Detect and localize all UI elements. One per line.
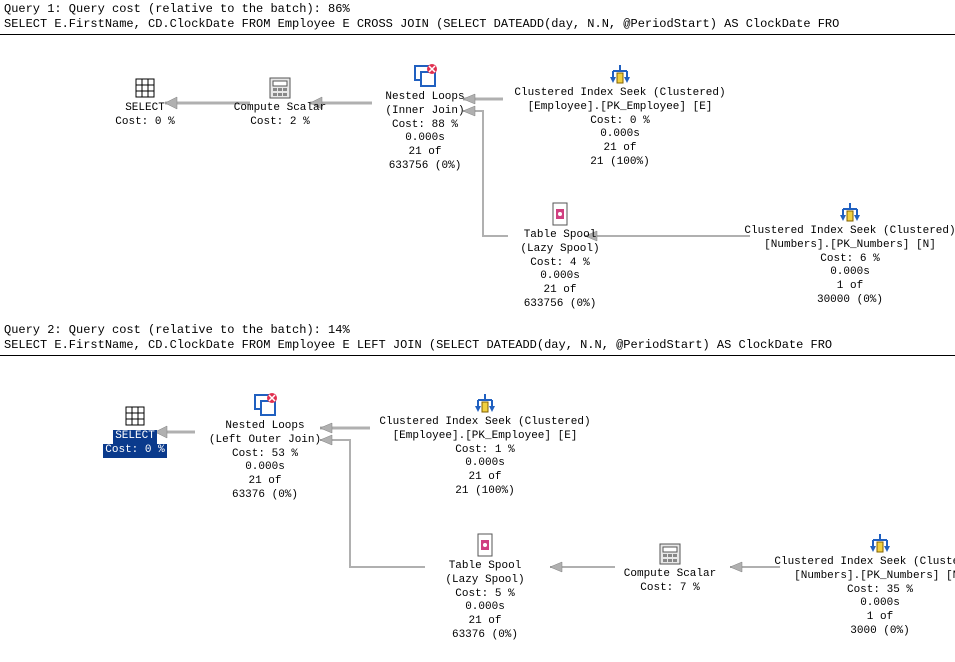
op-table-spool[interactable]: Table Spool (Lazy Spool) Cost: 4 % 0.000… [500, 201, 620, 312]
op-cost: Cost: 53 % [190, 448, 340, 462]
op-rows2: 633756 (0%) [500, 298, 620, 312]
op-sub: [Numbers].[PK_Numbers] [N] [770, 570, 955, 584]
op-cost: Cost: 0 % [103, 444, 166, 458]
op-compute-scalar[interactable]: Compute Scalar Cost: 2 % [220, 76, 340, 130]
op-cost: Cost: 4 % [500, 257, 620, 271]
query1-plan[interactable]: SELECT Cost: 0 % Compute Scalar Cost: 2 … [0, 41, 955, 321]
op-title: Table Spool [500, 229, 620, 243]
op-rows1: 1 of [740, 280, 955, 294]
op-rows2: 30000 (0%) [740, 294, 955, 308]
op-rows1: 21 of [365, 471, 605, 485]
op-rows1: 21 of [500, 142, 740, 156]
index-seek-icon [472, 392, 498, 414]
op-rows1: 1 of [770, 611, 955, 625]
op-title: Compute Scalar [610, 568, 730, 582]
table-spool-icon [549, 201, 571, 227]
op-sub: (Left Outer Join) [190, 434, 340, 448]
op-title: Clustered Index Seek (Clustered) [740, 225, 955, 239]
table-spool-icon [474, 532, 496, 558]
op-rows1: 21 of [190, 475, 340, 489]
op-time: 0.000s [500, 128, 740, 142]
op-sub: [Numbers].[PK_Numbers] [N] [740, 239, 955, 253]
index-seek-icon [867, 532, 893, 554]
op-rows1: 21 of [360, 146, 490, 160]
op-nested-loops[interactable]: Nested Loops (Inner Join) Cost: 88 % 0.0… [360, 63, 490, 174]
op-rows2: 63376 (0%) [425, 629, 545, 643]
op-rows2: 63376 (0%) [190, 489, 340, 503]
select-icon [123, 404, 147, 428]
op-cost: Cost: 7 % [610, 582, 730, 596]
op-index-seek-employee[interactable]: Clustered Index Seek (Clustered) [Employ… [365, 392, 605, 499]
op-title: Nested Loops [190, 420, 340, 434]
op-rows2: 21 (100%) [365, 485, 605, 499]
op-time: 0.000s [500, 270, 620, 284]
op-cost: Cost: 0 % [500, 115, 740, 129]
op-cost: Cost: 2 % [220, 116, 340, 130]
op-sub: (Inner Join) [360, 105, 490, 119]
select-icon [133, 76, 157, 100]
op-rows2: 633756 (0%) [360, 160, 490, 174]
op-cost: Cost: 0 % [105, 116, 185, 130]
op-select[interactable]: SELECT Cost: 0 % [105, 76, 185, 130]
op-rows1: 21 of [425, 615, 545, 629]
compute-scalar-icon [658, 542, 682, 566]
query2-plan[interactable]: SELECT Cost: 0 % Nested Loops (Left Oute… [0, 362, 955, 662]
op-cost: Cost: 88 % [360, 119, 490, 133]
op-compute-scalar[interactable]: Compute Scalar Cost: 7 % [610, 542, 730, 596]
op-index-seek-employee[interactable]: Clustered Index Seek (Clustered) [Employ… [500, 63, 740, 170]
op-cost: Cost: 35 % [770, 584, 955, 598]
index-seek-icon [607, 63, 633, 85]
op-rows2: 21 (100%) [500, 156, 740, 170]
op-title: SELECT [105, 102, 185, 116]
compute-scalar-icon [268, 76, 292, 100]
op-time: 0.000s [425, 601, 545, 615]
index-seek-icon [837, 201, 863, 223]
op-title: Nested Loops [360, 91, 490, 105]
op-time: 0.000s [365, 457, 605, 471]
op-title: Compute Scalar [220, 102, 340, 116]
op-select[interactable]: SELECT Cost: 0 % [90, 404, 180, 458]
op-rows2: 3000 (0%) [770, 625, 955, 639]
op-rows1: 21 of [500, 284, 620, 298]
op-title: SELECT [113, 430, 157, 444]
op-sub: [Employee].[PK_Employee] [E] [500, 101, 740, 115]
op-title: Table Spool [425, 560, 545, 574]
op-cost: Cost: 6 % [740, 253, 955, 267]
query1-header: Query 1: Query cost (relative to the bat… [0, 0, 955, 17]
op-table-spool[interactable]: Table Spool (Lazy Spool) Cost: 5 % 0.000… [425, 532, 545, 643]
op-title: Clustered Index Seek (Clustered) [500, 87, 740, 101]
op-title: Clustered Index Seek (Clustered) [770, 556, 955, 570]
op-time: 0.000s [740, 266, 955, 280]
query2-sql: SELECT E.FirstName, CD.ClockDate FROM Em… [0, 338, 955, 356]
nested-loops-icon [252, 392, 278, 418]
op-index-seek-numbers[interactable]: Clustered Index Seek (Clustered) [Number… [770, 532, 955, 639]
op-nested-loops[interactable]: Nested Loops (Left Outer Join) Cost: 53 … [190, 392, 340, 503]
query1-sql: SELECT E.FirstName, CD.ClockDate FROM Em… [0, 17, 955, 35]
op-time: 0.000s [360, 132, 490, 146]
op-sub: (Lazy Spool) [500, 243, 620, 257]
op-cost: Cost: 1 % [365, 444, 605, 458]
op-cost: Cost: 5 % [425, 588, 545, 602]
op-index-seek-numbers[interactable]: Clustered Index Seek (Clustered) [Number… [740, 201, 955, 308]
op-sub: (Lazy Spool) [425, 574, 545, 588]
query2-header: Query 2: Query cost (relative to the bat… [0, 321, 955, 338]
op-title: Clustered Index Seek (Clustered) [365, 416, 605, 430]
op-sub: [Employee].[PK_Employee] [E] [365, 430, 605, 444]
op-time: 0.000s [770, 597, 955, 611]
nested-loops-icon [412, 63, 438, 89]
op-time: 0.000s [190, 461, 340, 475]
